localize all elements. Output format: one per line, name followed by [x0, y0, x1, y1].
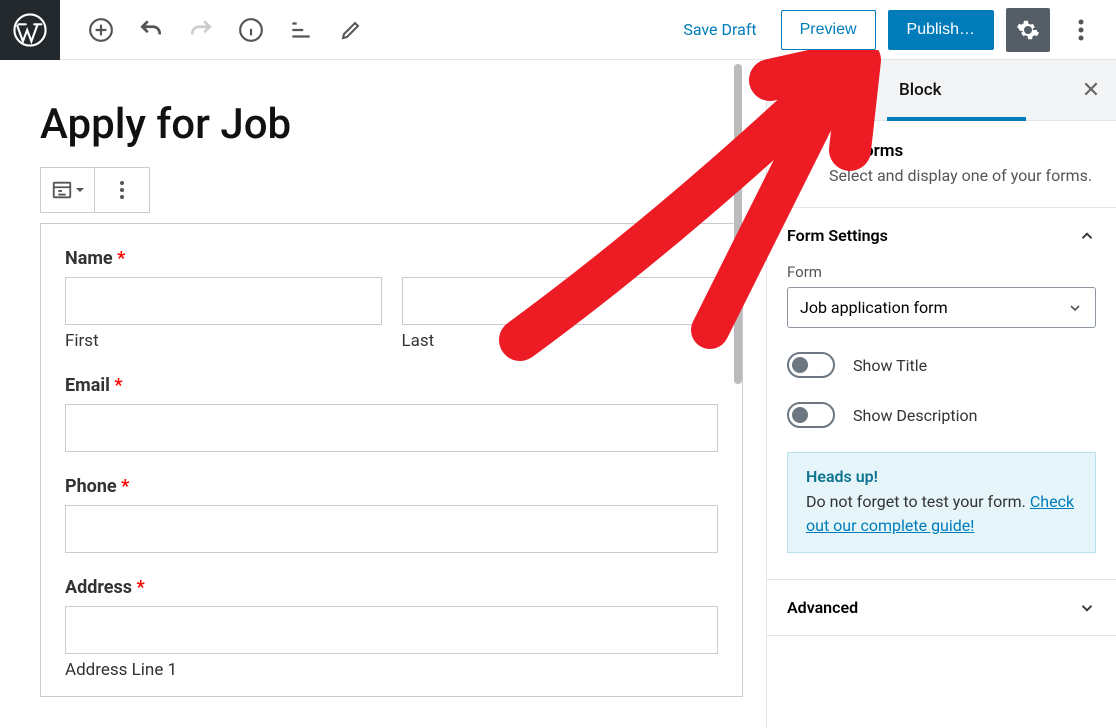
chevron-down-icon — [1078, 599, 1096, 617]
show-title-toggle[interactable] — [787, 352, 835, 378]
undo-button[interactable] — [130, 9, 172, 51]
chevron-up-icon — [1078, 227, 1096, 245]
show-title-label: Show Title — [853, 356, 927, 375]
top-toolbar: Save Draft Preview Publish… — [0, 0, 1116, 60]
close-sidebar-button[interactable]: ✕ — [1066, 60, 1116, 120]
email-input[interactable] — [65, 404, 718, 452]
form-block[interactable]: Name * First Last Email * Phone * Addres… — [40, 223, 743, 697]
wpforms-icon — [787, 141, 815, 169]
publish-button[interactable]: Publish… — [888, 10, 994, 50]
form-select-label: Form — [787, 263, 1096, 281]
more-options-button[interactable] — [1062, 8, 1100, 52]
notice-box: Heads up! Do not forget to test your for… — [787, 452, 1096, 553]
address-line1-input[interactable] — [65, 606, 718, 654]
name-label: Name * — [65, 248, 718, 269]
address-label: Address * — [65, 577, 718, 598]
last-name-input[interactable] — [402, 277, 719, 325]
info-button[interactable] — [230, 9, 272, 51]
tab-block[interactable]: Block — [887, 60, 1066, 120]
settings-sidebar: Document Block ✕ WPForms Select and disp… — [766, 60, 1116, 728]
add-block-button[interactable] — [80, 9, 122, 51]
form-select[interactable]: Job application form — [787, 287, 1096, 328]
editor-canvas: Apply for Job Name * First Last Email * … — [0, 60, 766, 728]
email-label: Email * — [65, 375, 718, 396]
redo-button[interactable] — [180, 9, 222, 51]
edit-button[interactable] — [330, 9, 372, 51]
advanced-panel-header[interactable]: Advanced — [767, 580, 1116, 635]
save-draft-button[interactable]: Save Draft — [671, 12, 768, 47]
show-description-label: Show Description — [853, 406, 977, 425]
block-more-button[interactable] — [95, 168, 149, 212]
block-name: WPForms — [829, 141, 1092, 161]
block-toolbar — [40, 167, 150, 213]
tab-document[interactable]: Document — [767, 60, 887, 120]
preview-button[interactable]: Preview — [781, 10, 876, 50]
address-line1-sublabel: Address Line 1 — [65, 660, 718, 680]
page-title[interactable]: Apply for Job — [40, 100, 742, 149]
first-name-input[interactable] — [65, 277, 382, 325]
phone-label: Phone * — [65, 476, 718, 497]
block-type-button[interactable] — [41, 168, 95, 212]
first-sublabel: First — [65, 331, 382, 351]
block-description: Select and display one of your forms. — [829, 165, 1092, 187]
settings-button[interactable] — [1006, 8, 1050, 52]
notice-title: Heads up! — [806, 467, 1077, 486]
chevron-down-icon — [1067, 300, 1083, 316]
notice-text: Do not forget to test your form. — [806, 492, 1026, 511]
show-description-toggle[interactable] — [787, 402, 835, 428]
outline-button[interactable] — [280, 9, 322, 51]
wordpress-logo[interactable] — [0, 0, 60, 60]
scroll-indicator[interactable] — [734, 64, 742, 384]
form-settings-panel-header[interactable]: Form Settings — [767, 208, 1116, 263]
last-sublabel: Last — [402, 331, 719, 351]
phone-input[interactable] — [65, 505, 718, 553]
